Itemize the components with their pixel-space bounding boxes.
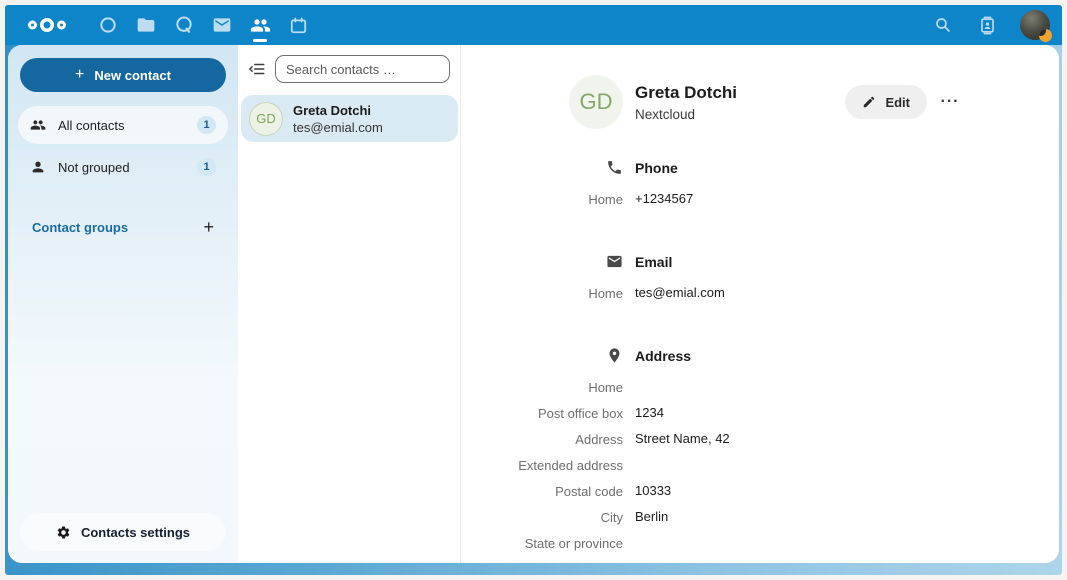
- edit-label: Edit: [885, 95, 910, 110]
- field-label: Address: [461, 432, 623, 447]
- sidebar-item-label: Not grouped: [58, 160, 130, 175]
- field-value: 10333: [635, 483, 1059, 499]
- detail-row: Home tes@emial.com: [461, 285, 1059, 301]
- email-icon: [606, 253, 623, 270]
- detail-section-email: Email Home tes@emial.com: [461, 253, 1059, 301]
- edit-button[interactable]: Edit: [845, 85, 927, 119]
- section-title: Address: [635, 348, 1059, 364]
- contact-list-header: [238, 55, 460, 83]
- field-label: Post office box: [461, 406, 623, 421]
- contact-fullname: Greta Dotchi: [635, 83, 737, 103]
- detail-section-address: Address Home Post office box 1234 Address Str…: [461, 347, 1059, 551]
- contact-details-panel: GD Greta Dotchi Nextcloud Edit ··· Phone…: [461, 45, 1059, 563]
- contacts-menu-icon[interactable]: [968, 5, 1006, 45]
- field-value: [635, 535, 1059, 551]
- contact-email: tes@emial.com: [293, 120, 383, 135]
- contact-avatar-large: GD: [569, 75, 623, 129]
- field-label: Extended address: [461, 458, 623, 473]
- dashboard-icon[interactable]: [89, 5, 127, 45]
- contacts-settings-button[interactable]: Contacts settings: [20, 513, 226, 551]
- contacts-settings-label: Contacts settings: [81, 525, 190, 540]
- field-label: Home: [461, 380, 623, 395]
- field-value: [635, 457, 1059, 473]
- count-badge: 1: [197, 158, 216, 176]
- contacts-app-icon[interactable]: [241, 5, 279, 45]
- field-value: [635, 379, 1059, 395]
- plus-icon: +: [75, 66, 84, 84]
- top-bar: [5, 5, 1062, 45]
- field-label: State or province: [461, 536, 623, 551]
- contact-name: Greta Dotchi: [293, 103, 383, 118]
- contact-list-item[interactable]: GD Greta Dotchi tes@emial.com: [241, 95, 458, 142]
- sidebar-spacer: [8, 236, 238, 513]
- nextcloud-app: + New contact All contacts 1 Not grouped…: [5, 5, 1062, 575]
- field-label: City: [461, 510, 623, 525]
- topbar-right-group: [924, 5, 1050, 45]
- search-contacts-input[interactable]: [275, 55, 450, 83]
- section-title: Email: [635, 254, 1059, 270]
- detail-row: Extended address: [461, 457, 1059, 473]
- collapse-sidebar-icon[interactable]: [248, 60, 266, 78]
- contact-organization: Nextcloud: [635, 107, 737, 122]
- talk-icon[interactable]: [165, 5, 203, 45]
- field-label: Home: [461, 192, 623, 207]
- contact-groups-row: Contact groups +: [20, 218, 226, 236]
- app-sidebar: + New contact All contacts 1 Not grouped…: [8, 45, 238, 563]
- contact-list-panel: GD Greta Dotchi tes@emial.com: [238, 45, 461, 563]
- section-title: Phone: [635, 160, 1059, 176]
- contact-groups-heading: Contact groups: [32, 220, 128, 235]
- files-icon[interactable]: [127, 5, 165, 45]
- user-avatar[interactable]: [1020, 10, 1050, 40]
- field-value: Berlin: [635, 509, 1059, 525]
- screenshot-frame: + New contact All contacts 1 Not grouped…: [0, 0, 1067, 580]
- detail-row: Address Street Name, 42: [461, 431, 1059, 447]
- detail-row: Post office box 1234: [461, 405, 1059, 421]
- field-value: Street Name, 42: [635, 431, 1059, 447]
- count-badge: 1: [197, 116, 216, 134]
- detail-row: Home: [461, 379, 1059, 395]
- detail-row: State or province: [461, 535, 1059, 551]
- sidebar-item-label: All contacts: [58, 118, 124, 133]
- people-icon: [30, 117, 46, 133]
- calendar-icon[interactable]: [279, 5, 317, 45]
- pencil-icon: [862, 95, 876, 109]
- search-icon[interactable]: [924, 5, 962, 45]
- field-label: Postal code: [461, 484, 623, 499]
- detail-row: City Berlin: [461, 509, 1059, 525]
- sidebar-item-not-grouped[interactable]: Not grouped 1: [18, 148, 228, 186]
- contact-avatar: GD: [249, 102, 283, 136]
- detail-section-phone: Phone Home +1234567: [461, 159, 1059, 207]
- more-actions-button[interactable]: ···: [933, 85, 967, 119]
- gear-icon: [56, 525, 71, 540]
- contact-details-header: GD Greta Dotchi Nextcloud Edit ···: [461, 75, 1059, 129]
- contact-detail-sections: Phone Home +1234567 Email Home tes@emial.com A…: [461, 159, 1059, 551]
- field-value: 1234: [635, 405, 1059, 421]
- person-icon: [30, 159, 46, 175]
- nextcloud-logo-icon[interactable]: [27, 13, 67, 37]
- new-contact-label: New contact: [94, 68, 171, 83]
- mail-icon[interactable]: [203, 5, 241, 45]
- detail-row: Home +1234567: [461, 191, 1059, 207]
- content-card: + New contact All contacts 1 Not grouped…: [8, 45, 1059, 563]
- field-label: Home: [461, 286, 623, 301]
- add-group-button[interactable]: +: [203, 218, 214, 236]
- phone-icon: [606, 159, 623, 176]
- sidebar-item-all-contacts[interactable]: All contacts 1: [18, 106, 228, 144]
- location-icon: [606, 347, 623, 364]
- field-value: tes@emial.com: [635, 285, 1059, 301]
- status-away-icon: [1039, 29, 1052, 42]
- detail-row: Postal code 10333: [461, 483, 1059, 499]
- field-value: +1234567: [635, 191, 1059, 207]
- new-contact-button[interactable]: + New contact: [20, 58, 226, 92]
